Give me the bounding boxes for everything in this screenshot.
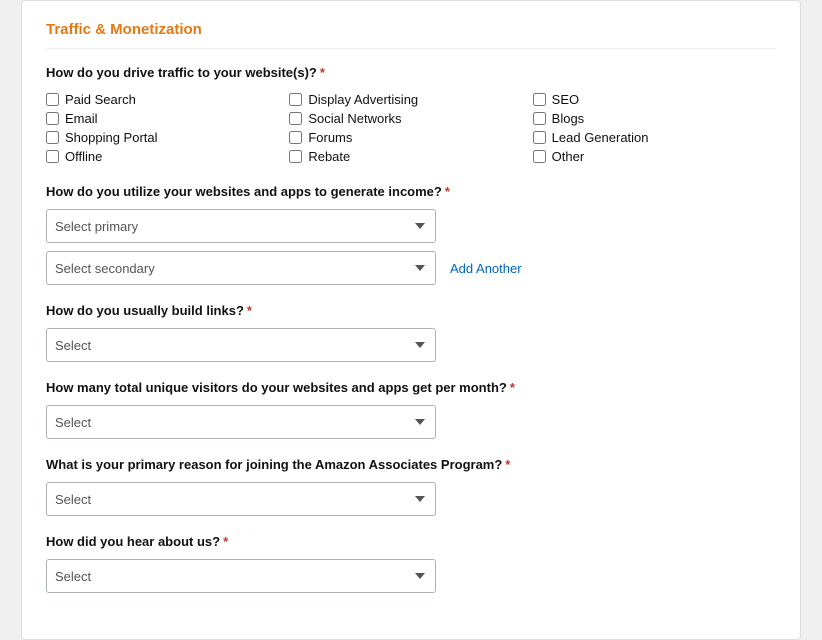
checkbox-row-display-advertising: Display Advertising — [289, 90, 532, 109]
links-select-row: Select — [46, 328, 776, 362]
offline-label[interactable]: Offline — [65, 149, 102, 164]
checkbox-row-social-networks: Social Networks — [289, 109, 532, 128]
income-question-label: How do you utilize your websites and app… — [46, 184, 776, 199]
social-networks-checkbox[interactable] — [289, 112, 302, 125]
email-label[interactable]: Email — [65, 111, 98, 126]
checkbox-row-offline: Offline — [46, 147, 289, 166]
add-another-link[interactable]: Add Another — [450, 261, 522, 276]
traffic-question-block: How do you drive traffic to your website… — [46, 65, 776, 166]
reason-select-row: Select — [46, 482, 776, 516]
links-question-block: How do you usually build links?* Select — [46, 303, 776, 362]
blogs-checkbox[interactable] — [533, 112, 546, 125]
forums-label[interactable]: Forums — [308, 130, 352, 145]
seo-checkbox[interactable] — [533, 93, 546, 106]
traffic-col-1: Paid Search Email Shopping Portal Offlin… — [46, 90, 289, 166]
other-label[interactable]: Other — [552, 149, 585, 164]
paid-search-checkbox[interactable] — [46, 93, 59, 106]
other-checkbox[interactable] — [533, 150, 546, 163]
rebate-label[interactable]: Rebate — [308, 149, 350, 164]
income-primary-select[interactable]: Select primary — [46, 209, 436, 243]
lead-generation-label[interactable]: Lead Generation — [552, 130, 649, 145]
checkbox-row-blogs: Blogs — [533, 109, 776, 128]
email-checkbox[interactable] — [46, 112, 59, 125]
reason-question-block: What is your primary reason for joining … — [46, 457, 776, 516]
social-networks-label[interactable]: Social Networks — [308, 111, 401, 126]
hear-select-row: Select — [46, 559, 776, 593]
hear-select[interactable]: Select — [46, 559, 436, 593]
display-advertising-label[interactable]: Display Advertising — [308, 92, 418, 107]
section-title: Traffic & Monetization — [46, 21, 776, 49]
rebate-checkbox[interactable] — [289, 150, 302, 163]
traffic-checkbox-grid: Paid Search Email Shopping Portal Offlin… — [46, 90, 776, 166]
display-advertising-checkbox[interactable] — [289, 93, 302, 106]
visitors-select-row: Select — [46, 405, 776, 439]
reason-question-label: What is your primary reason for joining … — [46, 457, 776, 472]
traffic-question-label: How do you drive traffic to your website… — [46, 65, 776, 80]
visitors-select[interactable]: Select — [46, 405, 436, 439]
paid-search-label[interactable]: Paid Search — [65, 92, 136, 107]
seo-label[interactable]: SEO — [552, 92, 579, 107]
reason-select[interactable]: Select — [46, 482, 436, 516]
hear-question-label: How did you hear about us?* — [46, 534, 776, 549]
traffic-col-2: Display Advertising Social Networks Foru… — [289, 90, 532, 166]
blogs-label[interactable]: Blogs — [552, 111, 585, 126]
checkbox-row-forums: Forums — [289, 128, 532, 147]
traffic-col-3: SEO Blogs Lead Generation Other — [533, 90, 776, 166]
forums-checkbox[interactable] — [289, 131, 302, 144]
links-question-label: How do you usually build links?* — [46, 303, 776, 318]
traffic-monetization-card: Traffic & Monetization How do you drive … — [21, 0, 801, 640]
checkbox-row-other: Other — [533, 147, 776, 166]
hear-question-block: How did you hear about us?* Select — [46, 534, 776, 593]
checkbox-row-lead-generation: Lead Generation — [533, 128, 776, 147]
shopping-portal-checkbox[interactable] — [46, 131, 59, 144]
links-select[interactable]: Select — [46, 328, 436, 362]
lead-generation-checkbox[interactable] — [533, 131, 546, 144]
checkbox-row-shopping-portal: Shopping Portal — [46, 128, 289, 147]
income-question-block: How do you utilize your websites and app… — [46, 184, 776, 285]
checkbox-row-email: Email — [46, 109, 289, 128]
income-primary-row: Select primary — [46, 209, 776, 243]
shopping-portal-label[interactable]: Shopping Portal — [65, 130, 158, 145]
checkbox-row-paid-search: Paid Search — [46, 90, 289, 109]
visitors-question-block: How many total unique visitors do your w… — [46, 380, 776, 439]
visitors-question-label: How many total unique visitors do your w… — [46, 380, 776, 395]
checkbox-row-rebate: Rebate — [289, 147, 532, 166]
income-secondary-select[interactable]: Select secondary — [46, 251, 436, 285]
offline-checkbox[interactable] — [46, 150, 59, 163]
income-secondary-row: Select secondary Add Another — [46, 251, 776, 285]
checkbox-row-seo: SEO — [533, 90, 776, 109]
